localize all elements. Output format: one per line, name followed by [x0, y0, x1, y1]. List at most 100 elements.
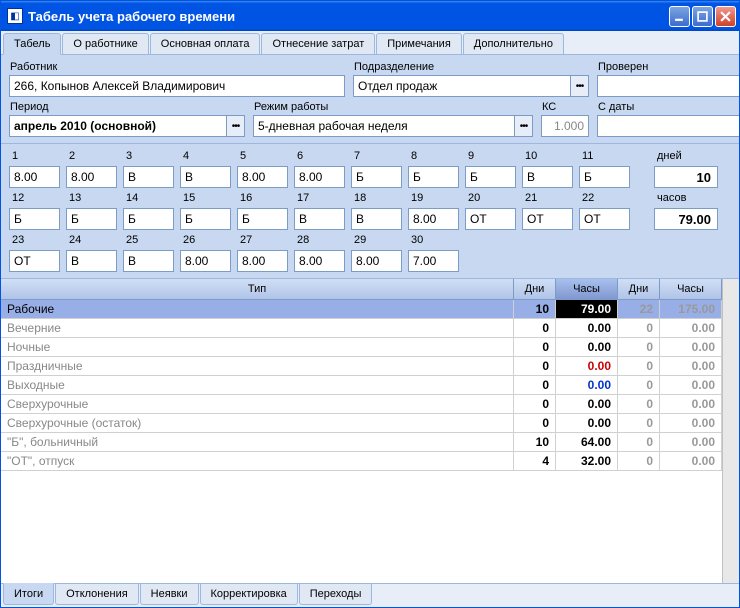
day-cell-5[interactable] — [237, 166, 288, 188]
hours-total[interactable] — [654, 208, 718, 230]
day-cell-3[interactable] — [123, 166, 174, 188]
day-cell-7[interactable] — [351, 166, 402, 188]
summary-header: Тип Дни Часы Дни Часы — [1, 279, 722, 300]
day-label-4: 4 — [180, 148, 235, 164]
department-picker-button[interactable]: ••• — [571, 75, 589, 97]
tab-1[interactable]: О работнике — [62, 33, 148, 54]
day-label-6: 6 — [294, 148, 349, 164]
form-panel: Работник Подразделение ••• Проверен — [1, 55, 739, 144]
day-cell-15[interactable] — [180, 208, 231, 230]
day-cell-19[interactable] — [408, 208, 459, 230]
day-cell-2[interactable] — [66, 166, 117, 188]
day-label-28: 28 — [294, 232, 349, 248]
day-cell-28[interactable] — [294, 250, 345, 272]
ellipsis-icon: ••• — [520, 121, 528, 132]
kc-input[interactable] — [541, 115, 589, 137]
summary-row-0[interactable]: Рабочие1079.0022175.00 — [1, 300, 722, 319]
day-cell-16[interactable] — [237, 208, 288, 230]
summary-row-5[interactable]: Сверхурочные00.0000.00 — [1, 395, 722, 414]
kc-label: КС — [541, 101, 589, 113]
summary-row-3[interactable]: Праздничные00.0000.00 — [1, 357, 722, 376]
col-header-hours2[interactable]: Часы — [660, 279, 722, 299]
days-total[interactable] — [654, 166, 718, 188]
day-cell-4[interactable] — [180, 166, 231, 188]
calendar-grid: 1234567891011121314151617181920212223242… — [9, 148, 634, 272]
scrollbar[interactable] — [722, 279, 739, 583]
app-window: ◧ Табель учета рабочего времени ТабельО … — [0, 0, 740, 608]
summary-body: Рабочие1079.0022175.00Вечерние00.0000.00… — [1, 300, 722, 583]
mode-picker-button[interactable]: ••• — [515, 115, 533, 137]
day-cell-6[interactable] — [294, 166, 345, 188]
day-cell-1[interactable] — [9, 166, 60, 188]
summary-row-7[interactable]: "Б", больничный1064.0000.00 — [1, 433, 722, 452]
bottom-tab-4[interactable]: Переходы — [299, 584, 373, 605]
tab-4[interactable]: Примечания — [376, 33, 462, 54]
bottom-tab-0[interactable]: Итоги — [3, 583, 54, 605]
day-label-7: 7 — [351, 148, 406, 164]
department-input[interactable] — [353, 75, 571, 97]
day-cell-8[interactable] — [408, 166, 459, 188]
day-cell-21[interactable] — [522, 208, 573, 230]
summary-row-1[interactable]: Вечерние00.0000.00 — [1, 319, 722, 338]
day-cell-29[interactable] — [351, 250, 402, 272]
day-label-14: 14 — [123, 190, 178, 206]
summary-row-4[interactable]: Выходные00.0000.00 — [1, 376, 722, 395]
day-cell-18[interactable] — [351, 208, 402, 230]
app-icon: ◧ — [7, 8, 23, 24]
day-cell-27[interactable] — [237, 250, 288, 272]
day-cell-30[interactable] — [408, 250, 459, 272]
day-label-31 — [465, 232, 520, 248]
bottom-tab-3[interactable]: Корректировка — [200, 584, 298, 605]
day-cell-24[interactable] — [66, 250, 117, 272]
tab-3[interactable]: Отнесение затрат — [261, 33, 375, 54]
col-header-days1[interactable]: Дни — [514, 279, 556, 299]
hours-label: часов — [654, 190, 718, 206]
tab-2[interactable]: Основная оплата — [150, 33, 261, 54]
ellipsis-icon: ••• — [232, 121, 240, 132]
calendar-panel: 1234567891011121314151617181920212223242… — [1, 144, 739, 279]
day-cell-14[interactable] — [123, 208, 174, 230]
summary-row-8[interactable]: "ОТ", отпуск432.0000.00 — [1, 452, 722, 471]
summary-row-6[interactable]: Сверхурочные (остаток)00.0000.00 — [1, 414, 722, 433]
day-cell-11[interactable] — [579, 166, 630, 188]
day-cell-26[interactable] — [180, 250, 231, 272]
maximize-button[interactable] — [692, 6, 713, 27]
bottom-tab-2[interactable]: Неявки — [140, 584, 199, 605]
day-label-11: 11 — [579, 148, 634, 164]
day-cell-22[interactable] — [579, 208, 630, 230]
from-date-input[interactable] — [597, 115, 739, 137]
day-cell-12[interactable] — [9, 208, 60, 230]
day-cell-10[interactable] — [522, 166, 573, 188]
verified-label: Проверен — [597, 61, 713, 73]
summary-row-2[interactable]: Ночные00.0000.00 — [1, 338, 722, 357]
window-buttons — [669, 6, 736, 27]
day-cell-17[interactable] — [294, 208, 345, 230]
minimize-button[interactable] — [669, 6, 690, 27]
day-cell-9[interactable] — [465, 166, 516, 188]
day-cell-25[interactable] — [123, 250, 174, 272]
period-input[interactable] — [9, 115, 227, 137]
day-cell-13[interactable] — [66, 208, 117, 230]
day-label-20: 20 — [465, 190, 520, 206]
verified-input[interactable] — [597, 75, 739, 97]
days-label: дней — [654, 148, 718, 164]
day-label-12: 12 — [9, 190, 64, 206]
col-header-type[interactable]: Тип — [1, 279, 514, 299]
bottom-tab-1[interactable]: Отклонения — [55, 584, 139, 605]
day-label-21: 21 — [522, 190, 577, 206]
day-label-17: 17 — [294, 190, 349, 206]
col-header-days2[interactable]: Дни — [618, 279, 660, 299]
tab-0[interactable]: Табель — [3, 33, 61, 55]
mode-input[interactable] — [253, 115, 515, 137]
client-area: Работник Подразделение ••• Проверен — [1, 55, 739, 607]
day-cell-23[interactable] — [9, 250, 60, 272]
tab-5[interactable]: Дополнительно — [463, 33, 564, 54]
day-label-3: 3 — [123, 148, 178, 164]
period-label: Период — [9, 101, 245, 113]
day-label-30: 30 — [408, 232, 463, 248]
close-button[interactable] — [715, 6, 736, 27]
employee-input[interactable] — [9, 75, 345, 97]
period-picker-button[interactable]: ••• — [227, 115, 245, 137]
col-header-hours1[interactable]: Часы — [556, 279, 618, 299]
day-cell-20[interactable] — [465, 208, 516, 230]
